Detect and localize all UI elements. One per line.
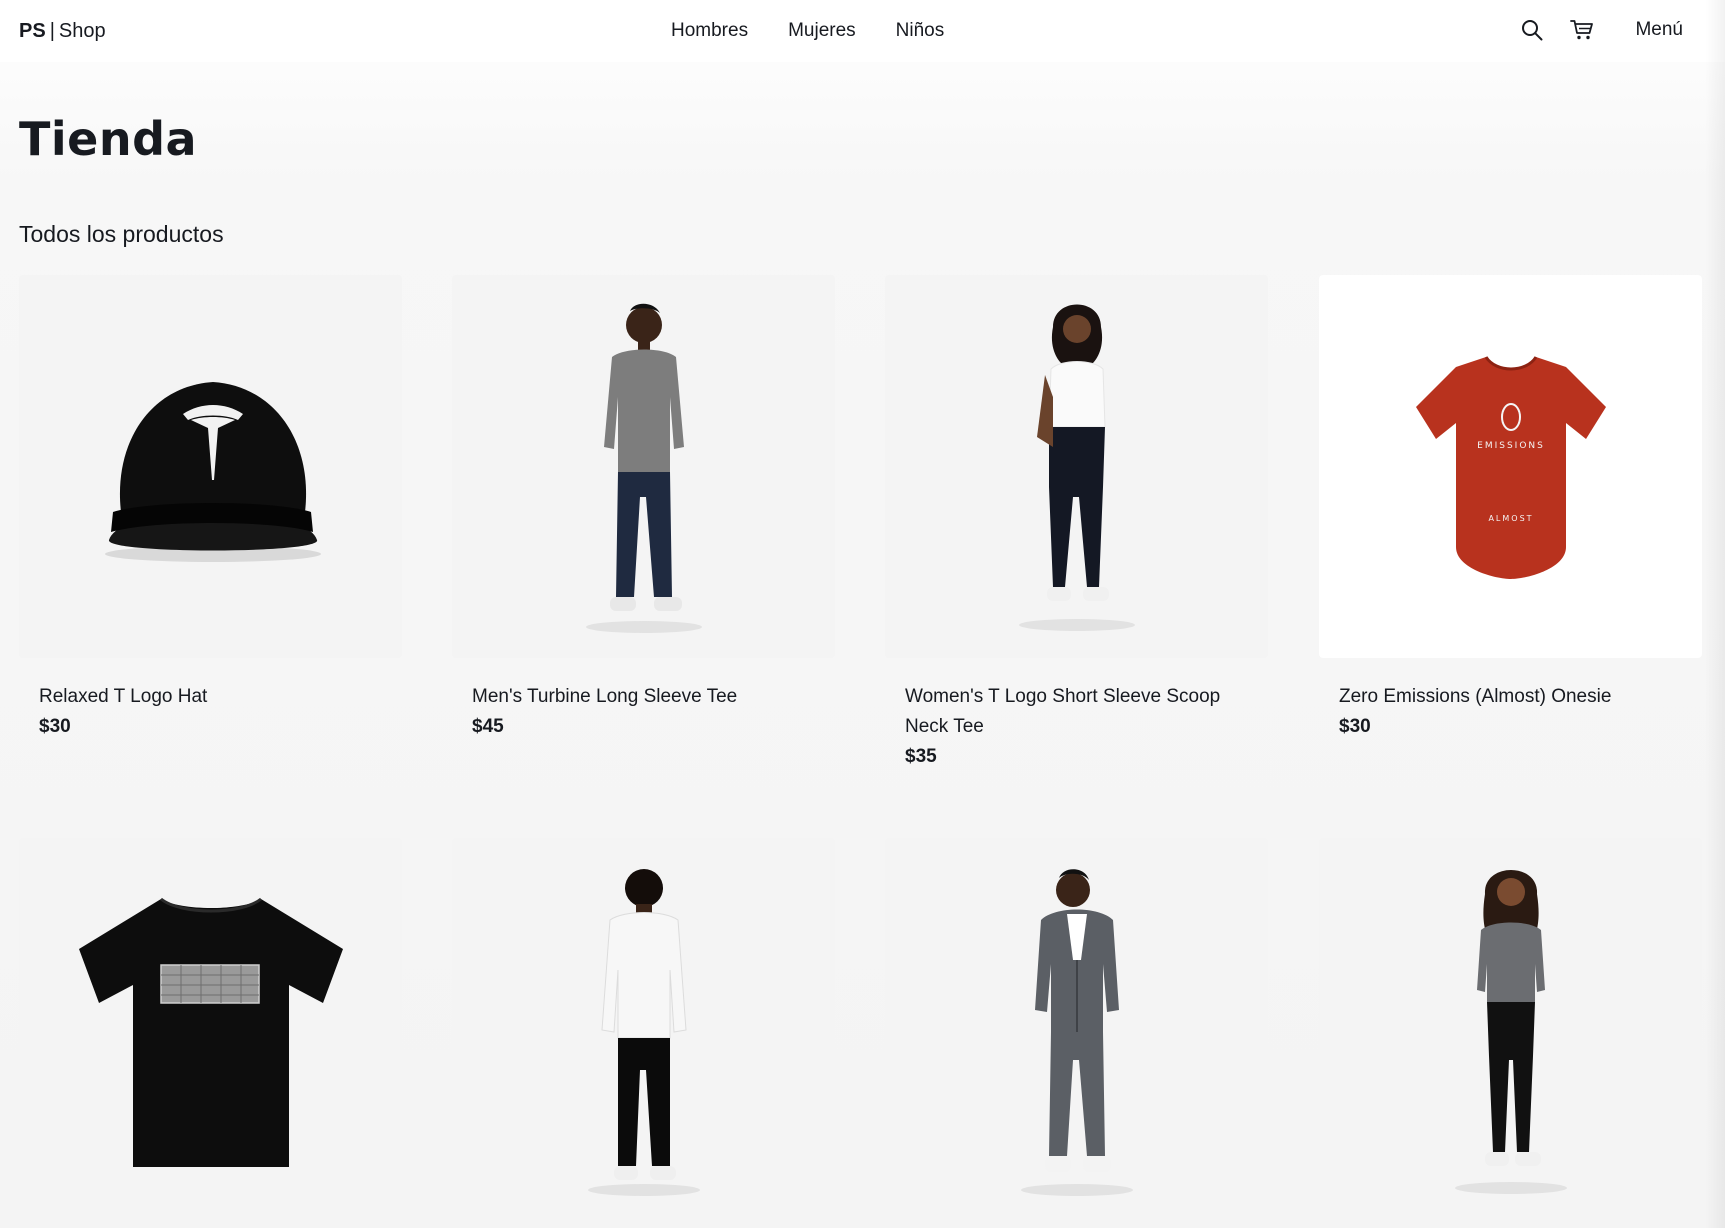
product-card[interactable]: Relaxed T Logo Hat $30 xyxy=(19,275,402,742)
product-card[interactable]: Men's Turbine Long Sleeve Tee $45 xyxy=(452,275,835,742)
product-card[interactable] xyxy=(885,838,1268,1221)
menu-button[interactable]: Menú xyxy=(1635,15,1683,45)
product-info: Men's Turbine Long Sleeve Tee $45 xyxy=(452,658,835,742)
header-tools: Menú xyxy=(1519,15,1683,45)
product-price: $45 xyxy=(472,716,504,737)
product-image[interactable] xyxy=(452,275,835,658)
product-price: $30 xyxy=(39,716,71,737)
nav-item-ninos[interactable]: Niños xyxy=(896,19,945,43)
product-card[interactable]: EMISSIONS ALMOST Zero Emissions (Almost)… xyxy=(1319,275,1702,742)
product-name[interactable]: Men's Turbine Long Sleeve Tee xyxy=(472,682,815,712)
product-card[interactable] xyxy=(19,838,402,1221)
product-image[interactable] xyxy=(1319,838,1702,1221)
product-name[interactable]: Zero Emissions (Almost) Onesie xyxy=(1339,682,1682,712)
product-info: Women's T Logo Short Sleeve Scoop Neck T… xyxy=(885,658,1268,772)
product-card[interactable]: Women's T Logo Short Sleeve Scoop Neck T… xyxy=(885,275,1268,772)
product-card[interactable] xyxy=(452,838,835,1221)
page-edge-shadow xyxy=(1705,0,1725,1228)
nav-item-mujeres[interactable]: Mujeres xyxy=(788,19,856,43)
brand-logo[interactable]: PS | Shop xyxy=(19,19,106,43)
man-tracksuit-icon xyxy=(1020,868,1133,1196)
section-title: Todos los productos xyxy=(19,221,224,247)
brand-name: Shop xyxy=(58,20,106,42)
page-title: Tienda xyxy=(19,112,198,166)
product-card[interactable] xyxy=(1319,838,1702,1221)
onesie-print-top: EMISSIONS xyxy=(1477,441,1545,451)
brand-short: PS xyxy=(19,20,46,42)
product-image[interactable] xyxy=(452,838,835,1221)
woman-scoopneck-icon xyxy=(1018,304,1135,631)
woman-hoodie-icon xyxy=(1454,869,1567,1194)
product-image[interactable]: EMISSIONS ALMOST xyxy=(1319,275,1702,658)
category-nav: Hombres Mujeres Niños xyxy=(671,19,944,43)
onesie-icon: EMISSIONS ALMOST xyxy=(1415,355,1606,579)
product-info: Zero Emissions (Almost) Onesie $30 xyxy=(1319,658,1702,742)
cart-icon[interactable] xyxy=(1569,15,1595,45)
nav-item-hombres[interactable]: Hombres xyxy=(671,19,748,43)
product-image[interactable] xyxy=(19,275,402,658)
product-price: $35 xyxy=(905,746,937,767)
cap-image-icon xyxy=(104,381,321,562)
product-image[interactable] xyxy=(885,275,1268,658)
search-icon[interactable] xyxy=(1519,15,1545,45)
product-name[interactable]: Relaxed T Logo Hat xyxy=(39,682,382,712)
black-tshirt-icon xyxy=(78,897,343,1167)
product-name[interactable]: Women's T Logo Short Sleeve Scoop Neck T… xyxy=(905,682,1248,742)
onesie-print-bottom: ALMOST xyxy=(1488,514,1533,523)
top-navigation-bar: PS | Shop Hombres Mujeres Niños Menú xyxy=(0,0,1725,62)
product-image[interactable] xyxy=(19,838,402,1221)
product-price: $30 xyxy=(1339,716,1371,737)
product-info: Relaxed T Logo Hat $30 xyxy=(19,658,402,742)
man-white-jacket-icon xyxy=(587,868,700,1196)
man-longsleeve-icon xyxy=(585,303,702,633)
product-image[interactable] xyxy=(885,838,1268,1221)
brand-separator: | xyxy=(49,20,55,42)
